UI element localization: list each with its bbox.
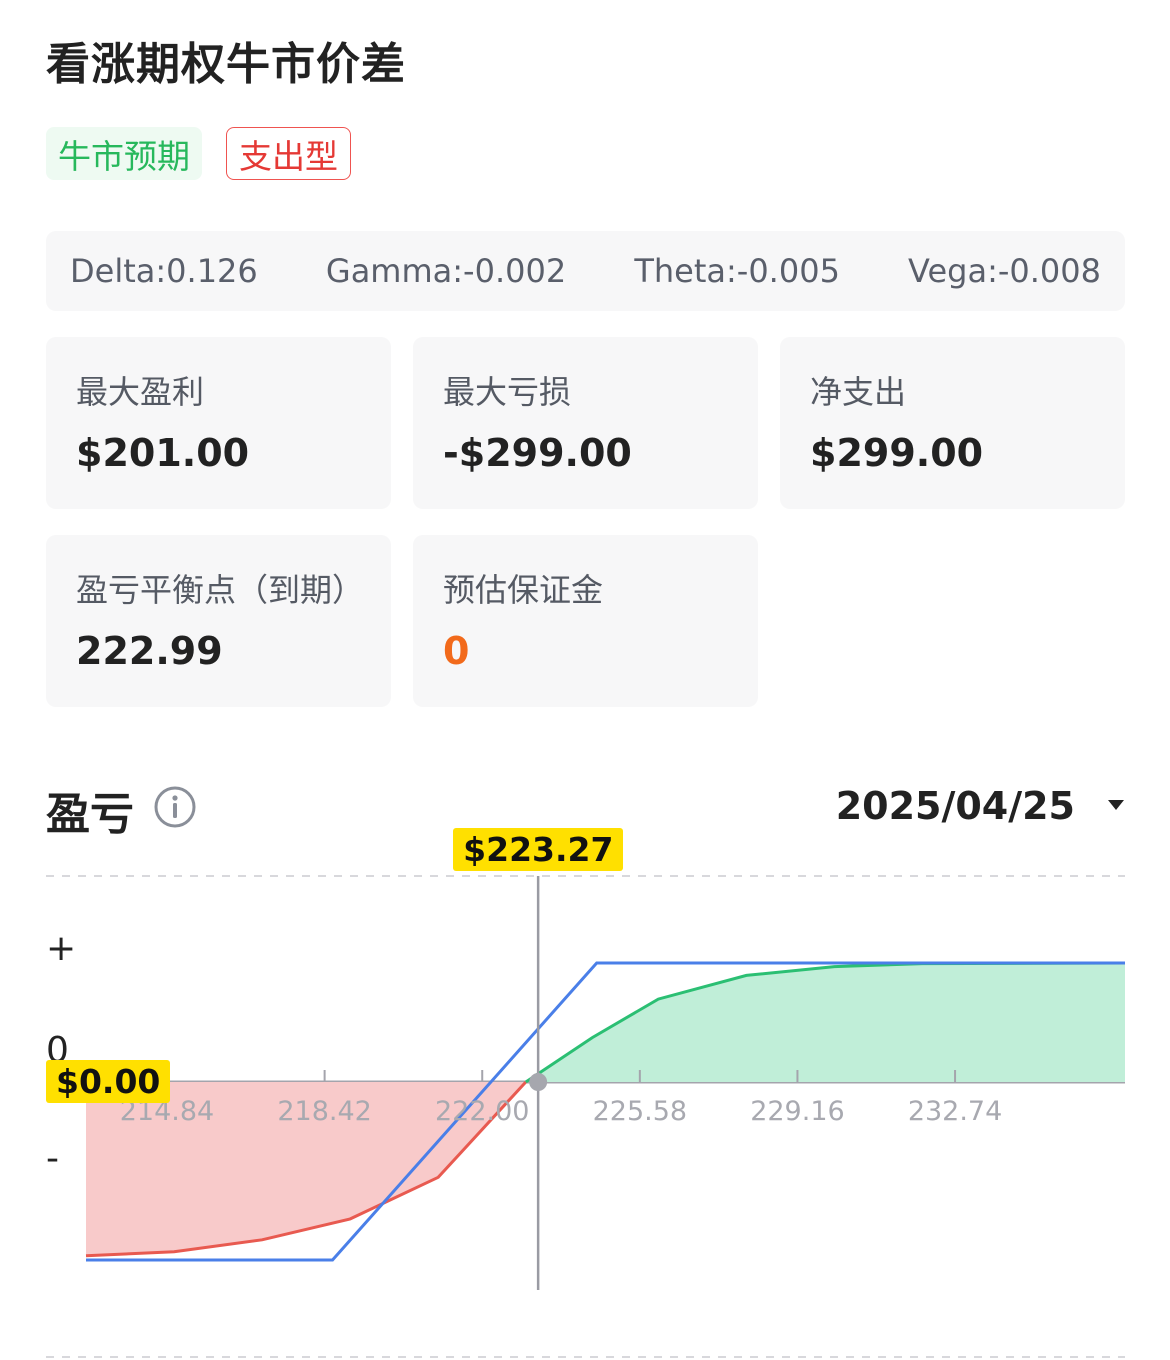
breakeven-value: 222.99: [76, 629, 223, 673]
max-profit-value: $201.00: [76, 431, 250, 475]
breakeven-card: 盈亏平衡点（到期） 222.99: [46, 535, 391, 707]
bullish-tag: 牛市预期: [46, 127, 202, 180]
cursor-price-badge: $223.27: [453, 828, 624, 871]
cursor-dot: [529, 1073, 548, 1091]
chevron-down-icon[interactable]: [1108, 800, 1124, 810]
net-debit-card: 净支出 $299.00: [780, 337, 1125, 509]
pl-chart-svg[interactable]: 214.84 218.42 222.00 225.58 229.16 232.74: [0, 820, 1170, 1360]
breakeven-label: 盈亏平衡点（到期）: [76, 571, 365, 609]
margin-label: 预估保证金: [443, 571, 604, 609]
max-loss-card: 最大亏损 -$299.00: [413, 337, 758, 509]
max-loss-value: -$299.00: [443, 431, 632, 475]
delta-value: Delta:0.126: [70, 252, 258, 290]
page-title: 看涨期权牛市价差: [46, 39, 406, 90]
greeks-bar: Delta:0.126 Gamma:-0.002 Theta:-0.005 Ve…: [46, 231, 1125, 311]
y-minus-symbol: -: [46, 1138, 59, 1179]
margin-value: 0: [443, 629, 470, 673]
max-profit-label: 最大盈利: [76, 373, 205, 411]
debit-tag: 支出型: [226, 127, 351, 180]
x-tick-label: 232.74: [908, 1096, 1002, 1127]
net-debit-value: $299.00: [810, 431, 984, 475]
net-debit-label: 净支出: [810, 373, 907, 411]
cursor-pl-badge: $0.00: [46, 1060, 171, 1103]
max-loss-label: 最大亏损: [443, 373, 572, 411]
strategy-tags: 牛市预期 支出型: [46, 127, 351, 180]
margin-card: 预估保证金 0: [413, 535, 758, 707]
theta-value: Theta:-0.005: [634, 252, 840, 290]
gamma-value: Gamma:-0.002: [325, 252, 567, 290]
x-tick-label: 225.58: [593, 1096, 687, 1127]
x-tick-label: 222.00: [435, 1096, 529, 1127]
vega-value: Vega:-0.008: [908, 252, 1101, 290]
x-tick-label: 229.16: [750, 1096, 844, 1127]
max-profit-card: 最大盈利 $201.00: [46, 337, 391, 509]
pl-chart[interactable]: 214.84 218.42 222.00 225.58 229.16 232.74 + 0…: [0, 820, 1170, 1360]
y-plus-symbol: +: [46, 928, 77, 969]
x-tick-label: 218.42: [277, 1096, 371, 1127]
